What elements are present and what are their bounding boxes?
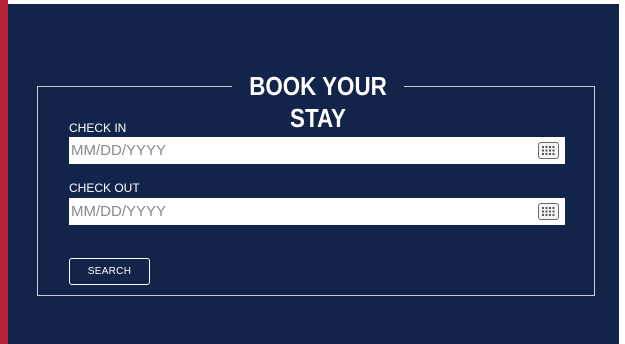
booking-panel: BOOK YOUR STAY CHECK IN CHECK OUT (8, 4, 619, 344)
check-in-label: CHECK IN (69, 121, 127, 135)
page: BOOK YOUR STAY CHECK IN CHECK OUT (0, 0, 625, 344)
calendar-icon[interactable] (538, 203, 559, 220)
booking-title: BOOK YOUR STAY (232, 70, 404, 134)
check-out-input[interactable] (69, 198, 565, 225)
calendar-icon[interactable] (538, 142, 559, 159)
search-button[interactable]: SEARCH (69, 258, 150, 285)
check-in-input[interactable] (69, 137, 565, 164)
left-accent-bar (0, 0, 8, 344)
check-out-label: CHECK OUT (69, 181, 140, 195)
